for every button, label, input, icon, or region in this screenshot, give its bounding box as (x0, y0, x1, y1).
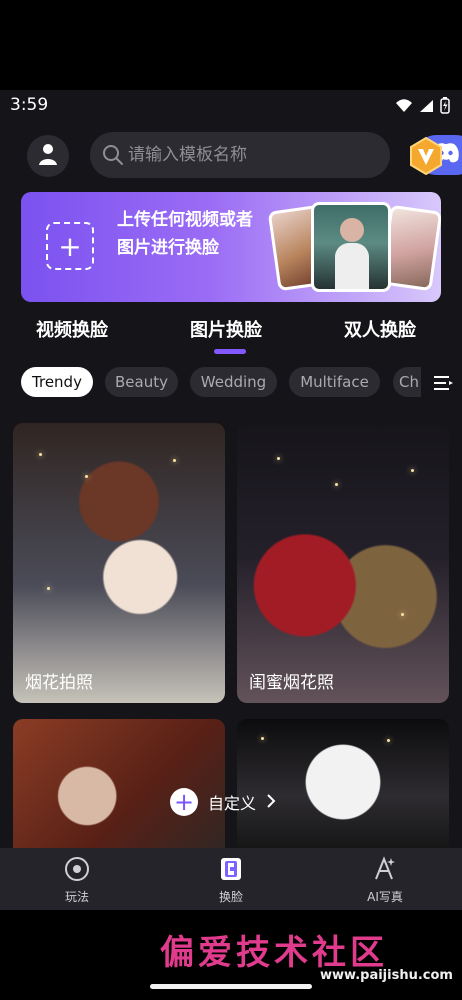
firework-spark (173, 459, 176, 462)
status-time: 3:59 (10, 95, 49, 115)
firework-spark (39, 453, 42, 456)
banner-text: 上传任何视频或者图片进行换脸 (117, 210, 253, 258)
custom-template-button[interactable]: + 自定义 (170, 786, 300, 818)
firework-spark (387, 739, 390, 742)
top-black-region (0, 0, 462, 90)
filter-chip-trendy[interactable]: Trendy (21, 367, 93, 397)
face-swap-icon (218, 856, 244, 882)
status-icons (395, 97, 450, 118)
nav-label: 换脸 (218, 890, 243, 904)
firework-spark (277, 457, 280, 460)
search-input[interactable] (128, 132, 318, 178)
banner-photo-face (340, 218, 364, 242)
top-header (0, 130, 462, 182)
filter-chips: Trendy Beauty Wedding Multiface Ch (0, 363, 462, 403)
firework-spark (401, 613, 404, 616)
search-bar[interactable] (90, 132, 462, 178)
category-tabs: 视频换脸 图片换脸 双人换脸 (0, 312, 462, 356)
firework-spark (411, 469, 414, 472)
firework-spark (335, 483, 338, 486)
chevron-right-icon (266, 793, 276, 812)
vip-button[interactable] (408, 136, 444, 176)
battery-icon (440, 97, 450, 118)
filter-chip-multiface[interactable]: Multiface (289, 367, 380, 397)
filter-chip-wedding[interactable]: Wedding (190, 367, 277, 397)
template-title: 闺蜜烟花照 (249, 673, 334, 693)
wifi-icon (395, 98, 413, 117)
banner-photo-center (311, 202, 391, 292)
nav-item-play[interactable]: 玩法 (37, 856, 117, 908)
user-icon (37, 142, 59, 170)
nav-label: AI写真 (367, 890, 403, 904)
filter-menu-icon[interactable] (432, 373, 454, 393)
add-icon: + (170, 788, 198, 816)
custom-label: 自定义 (208, 794, 257, 813)
firework-spark (261, 737, 264, 740)
nav-item-face-swap[interactable]: 换脸 (191, 856, 271, 908)
banner-photo-outfit (335, 243, 369, 289)
upload-plus-icon[interactable]: + (46, 222, 94, 270)
template-title: 烟花拍照 (25, 673, 93, 693)
tab-double-face-swap[interactable]: 双人换脸 (344, 316, 416, 342)
target-icon (64, 856, 90, 882)
tab-video-face-swap[interactable]: 视频换脸 (36, 316, 108, 342)
firework-spark (85, 475, 88, 478)
filter-chip-beauty[interactable]: Beauty (105, 367, 178, 397)
nav-item-ai-portrait[interactable]: AI写真 (345, 856, 425, 908)
filter-chip-partial[interactable]: Ch (393, 367, 421, 397)
template-card[interactable]: 闺蜜烟花照 (237, 423, 449, 703)
face-swap-app: 3:59 请输入模板名称 + 上传任何视频或者图片进行换脸 视频换脸 图片换脸 … (0, 90, 462, 910)
ai-portrait-icon (372, 856, 398, 882)
profile-avatar-button[interactable] (27, 135, 69, 177)
firework-spark (47, 587, 50, 590)
upload-banner[interactable]: + 上传任何视频或者图片进行换脸 (21, 192, 441, 302)
home-indicator[interactable] (150, 984, 312, 989)
watermark-title: 偏爱技术社区 (160, 933, 388, 973)
tab-image-face-swap[interactable]: 图片换脸 (190, 316, 262, 342)
search-icon (102, 144, 124, 170)
status-bar: 3:59 (0, 90, 462, 120)
signal-icon (419, 98, 434, 117)
bottom-black-region: 偏爱技术社区 www.paijishu.com (0, 910, 462, 1000)
vip-v-icon (408, 136, 444, 179)
nav-label: 玩法 (64, 890, 89, 904)
template-card[interactable]: 烟花拍照 (13, 423, 225, 703)
selected-tab-indicator (214, 349, 246, 354)
watermark-url: www.paijishu.com (320, 968, 453, 983)
bottom-navigation: 玩法 换脸 AI写真 (0, 848, 462, 910)
